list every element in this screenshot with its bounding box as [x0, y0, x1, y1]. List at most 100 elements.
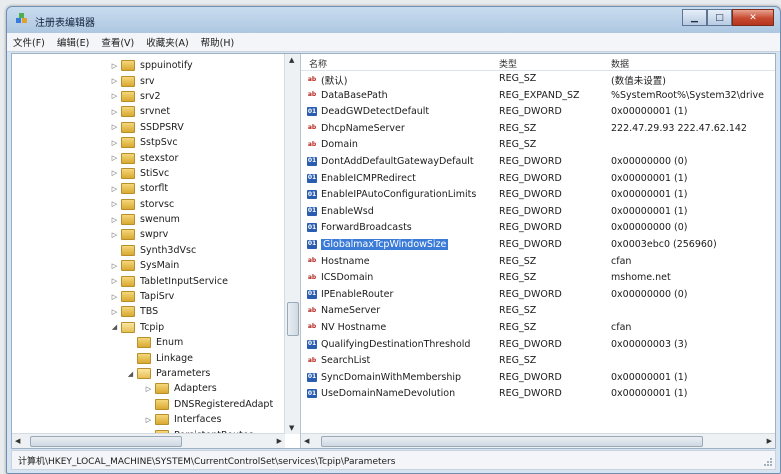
tree-node[interactable]: ▷ srvnet	[12, 104, 284, 119]
tree-node-label: Interfaces	[174, 414, 222, 426]
value-type: REG_SZ	[499, 73, 537, 84]
value-row[interactable]: 01 EnableIPAutoConfigurationLimits REG_DWO…	[301, 187, 775, 204]
expand-arrow-icon[interactable]: ▷	[110, 277, 119, 285]
folder-icon	[121, 106, 135, 118]
value-row[interactable]: ab ICSDomain REG_SZ mshome.net	[301, 270, 775, 287]
value-row[interactable]: ab DataBasePath REG_EXPAND_SZ %SystemRoot%\…	[301, 88, 775, 105]
tree-node[interactable]: ▷ swenum	[12, 212, 284, 227]
tree-node[interactable]: ◢ Parameters	[12, 366, 284, 381]
expand-arrow-icon[interactable]: ▷	[110, 62, 119, 70]
tree-node-label: TabletInputService	[140, 275, 229, 287]
collapse-arrow-icon[interactable]: ◢	[126, 370, 135, 378]
expand-arrow-icon[interactable]: ▷	[110, 169, 119, 177]
value-name: EnableICMPRedirect	[321, 172, 416, 184]
value-name-cell: 01 EnableWsd	[307, 206, 374, 217]
expand-arrow-icon[interactable]: ▷	[144, 385, 153, 393]
menu-help[interactable]: 帮助(H)	[201, 35, 235, 49]
value-row[interactable]: ab SearchList REG_SZ	[301, 353, 775, 370]
expand-arrow-icon[interactable]: ▷	[144, 416, 153, 424]
title-bar[interactable]: 注册表编辑器 ▁ □ ✕	[7, 7, 780, 33]
tree-node[interactable]: Linkage	[12, 350, 284, 365]
value-row[interactable]: ab Hostname REG_SZ cfan	[301, 254, 775, 271]
value-row[interactable]: 01 QualifyingDestinationThreshold REG_DWOR…	[301, 337, 775, 354]
list-scroll-right-icon[interactable]: ▶	[767, 437, 772, 445]
tree-node[interactable]: ▷ SysMain	[12, 258, 284, 273]
expand-arrow-icon[interactable]: ▷	[110, 123, 119, 131]
tree-horizontal-scrollbar[interactable]: ◀ ▶	[12, 433, 285, 448]
value-row[interactable]: 01 EnableICMPRedirect REG_DWORD 0x00000001 …	[301, 171, 775, 188]
tree-node[interactable]: ▷ StiSvc	[12, 166, 284, 181]
expand-arrow-icon[interactable]: ▷	[110, 92, 119, 100]
minimize-button[interactable]: ▁	[682, 9, 707, 26]
column-header-name[interactable]: 名称	[309, 57, 327, 70]
tree-node[interactable]: ▷ stexstor	[12, 150, 284, 165]
tree-node[interactable]: ▷ srv2	[12, 89, 284, 104]
menu-favorites[interactable]: 收藏夹(A)	[146, 35, 188, 49]
value-row[interactable]: ab (默认) REG_SZ (数值未设置)	[301, 71, 775, 88]
value-row[interactable]: 01 EnableWsd REG_DWORD 0x00000001 (1)	[301, 204, 775, 221]
value-row[interactable]: 01 UseDomainNameDevolution REG_DWORD 0x0000…	[301, 386, 775, 403]
tree-node[interactable]: ▷ storvsc	[12, 197, 284, 212]
resize-grip-icon[interactable]	[763, 457, 773, 467]
tree-node[interactable]: ▷ SSDPSRV	[12, 120, 284, 135]
expand-arrow-icon[interactable]: ▷	[110, 200, 119, 208]
column-header-type[interactable]: 类型	[499, 57, 517, 70]
value-row[interactable]: 01 DeadGWDetectDefault REG_DWORD 0x00000001…	[301, 104, 775, 121]
folder-icon	[155, 398, 169, 410]
expand-arrow-icon[interactable]: ▷	[110, 139, 119, 147]
tree-node[interactable]: Enum	[12, 335, 284, 350]
scroll-up-icon[interactable]: ▲	[289, 56, 294, 64]
main-content: ▷ sppuinotify ▷ srv ▷ srv2 ▷ srvnet ▷ SSDPSRV ▷ Sst…	[11, 53, 776, 449]
tree-node[interactable]: ▷ TapiSrv	[12, 289, 284, 304]
expand-arrow-icon[interactable]: ▷	[110, 185, 119, 193]
expand-arrow-icon[interactable]: ▷	[110, 77, 119, 85]
value-name: (默认)	[321, 76, 348, 87]
expand-arrow-icon[interactable]: ▷	[110, 262, 119, 270]
value-row[interactable]: 01 SyncDomainWithMembership REG_DWORD 0x000…	[301, 370, 775, 387]
value-row[interactable]: ab Domain REG_SZ	[301, 137, 775, 154]
tree-node[interactable]: ▷ TBS	[12, 304, 284, 319]
menu-edit[interactable]: 编辑(E)	[57, 35, 89, 49]
expand-arrow-icon[interactable]: ▷	[110, 231, 119, 239]
menu-file[interactable]: 文件(F)	[13, 35, 45, 49]
scroll-left-icon[interactable]: ◀	[15, 437, 20, 445]
collapse-arrow-icon[interactable]: ◢	[110, 323, 119, 331]
value-row[interactable]: 01 ForwardBroadcasts REG_DWORD 0x00000000 (…	[301, 220, 775, 237]
column-header-data[interactable]: 数据	[611, 57, 629, 70]
value-row[interactable]: 01 GlobalmaxTcpWindowSize REG_DWORD 0x0003e…	[301, 237, 775, 254]
value-name: SyncDomainWithMembership	[321, 371, 462, 383]
tree-scroll-thumb[interactable]	[287, 302, 299, 336]
expand-arrow-icon[interactable]: ▷	[110, 108, 119, 116]
tree-node[interactable]: ▷ Adapters	[12, 381, 284, 396]
expand-arrow-icon[interactable]: ▷	[110, 216, 119, 224]
tree-node[interactable]: ▷ srv	[12, 73, 284, 88]
list-horizontal-scrollbar[interactable]: ◀ ▶	[301, 433, 775, 448]
value-row[interactable]: 01 DontAddDefaultGatewayDefault REG_DWORD 0…	[301, 154, 775, 171]
expand-arrow-icon[interactable]: ▷	[110, 293, 119, 301]
close-button[interactable]: ✕	[732, 9, 774, 26]
tree-node[interactable]: ▷ storflt	[12, 181, 284, 196]
tree-node[interactable]: ▷ TabletInputService	[12, 273, 284, 288]
value-row[interactable]: ab NameServer REG_SZ	[301, 303, 775, 320]
tree-node[interactable]: ◢ Tcpip	[12, 320, 284, 335]
value-row[interactable]: ab NV Hostname REG_SZ cfan	[301, 320, 775, 337]
value-row[interactable]: ab DhcpNameServer REG_SZ 222.47.29.93 222.4…	[301, 121, 775, 138]
value-row[interactable]: 01 IPEnableRouter REG_DWORD 0x00000000 (0)	[301, 287, 775, 304]
tree-node[interactable]: DNSRegisteredAdapt	[12, 397, 284, 412]
list-hscroll-thumb[interactable]	[321, 436, 703, 447]
tree-node-label: Linkage	[156, 352, 193, 364]
tree-node[interactable]: ▷ SstpSvc	[12, 135, 284, 150]
scroll-right-icon[interactable]: ▶	[277, 437, 282, 445]
menu-view[interactable]: 查看(V)	[101, 35, 134, 49]
expand-arrow-icon[interactable]: ▷	[110, 308, 119, 316]
tree-node[interactable]: Synth3dVsc	[12, 243, 284, 258]
tree-hscroll-thumb[interactable]	[30, 436, 182, 447]
list-scroll-left-icon[interactable]: ◀	[304, 437, 309, 445]
tree-vertical-scrollbar[interactable]: ▲ ▼	[284, 54, 300, 434]
tree-node[interactable]: ▷ swprv	[12, 227, 284, 242]
expand-arrow-icon[interactable]: ▷	[110, 154, 119, 162]
maximize-button[interactable]: □	[707, 9, 732, 26]
tree-node[interactable]: ▷ sppuinotify	[12, 58, 284, 73]
scroll-down-icon[interactable]: ▼	[289, 424, 294, 432]
tree-node[interactable]: ▷ Interfaces	[12, 412, 284, 427]
